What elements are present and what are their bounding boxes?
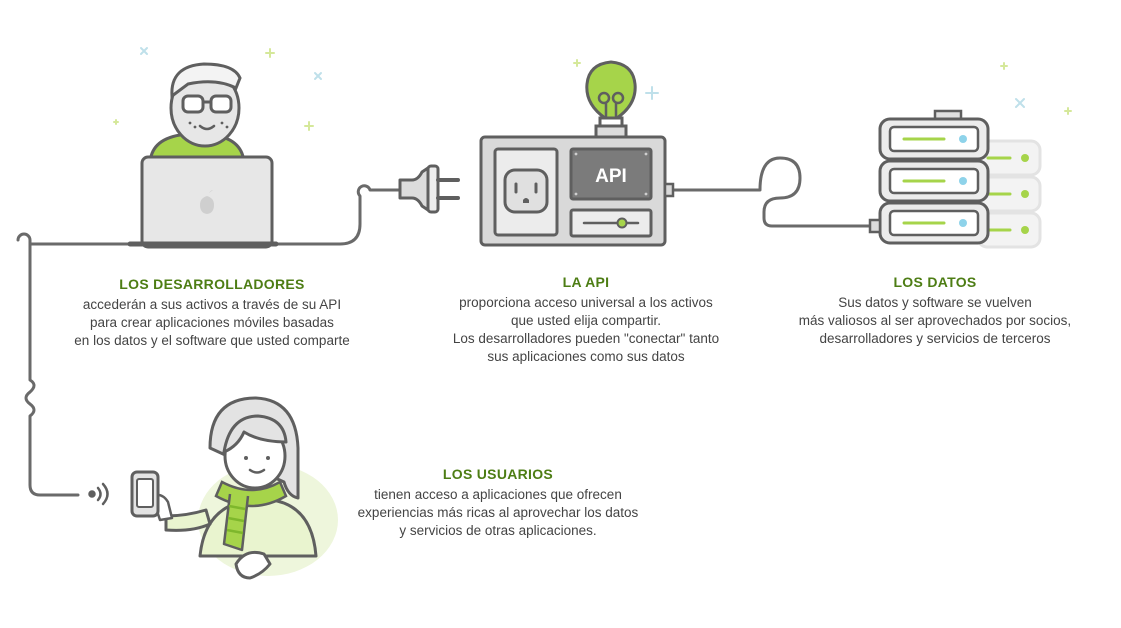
data-heading: LOS DATOS: [893, 274, 977, 290]
api-text-line: Los desarrolladores pueden "conectar" ta…: [452, 331, 720, 346]
users-text-line: experiencias más ricas al aprovechar los…: [357, 505, 639, 520]
data-text-line: desarrolladores y servicios de terceros: [819, 331, 1051, 346]
developers-text-line: en los datos y el software que usted com…: [74, 333, 350, 348]
outlet-icon: [503, 168, 549, 214]
developer-icon: [148, 62, 246, 167]
laptop-icon: [127, 155, 279, 249]
users-text-line: tienen acceso a aplicaciones que ofrecen: [374, 487, 622, 502]
user-with-phone-icon: [150, 396, 338, 580]
api-section: LA API proporciona acceso universal a lo…: [406, 274, 766, 366]
phone-icon: [130, 470, 160, 518]
api-heading: LA API: [562, 274, 610, 290]
api-text-line: sus aplicaciones como sus datos: [487, 349, 685, 364]
server-stack-icon: [868, 109, 1042, 249]
signal-icon: [88, 482, 109, 506]
data-text-line: más valiosos al ser aprovechados por soc…: [798, 313, 1072, 328]
api-box-icon: API: [479, 135, 675, 247]
plug-icon: [398, 164, 460, 214]
developers-text-line: accederán a sus activos a través de su A…: [82, 297, 342, 312]
developers-section: LOS DESARROLLADORES accederán a sus acti…: [32, 276, 392, 350]
api-text-line: que usted elija compartir.: [510, 313, 662, 328]
developers-heading: LOS DESARROLLADORES: [119, 276, 305, 292]
users-heading: LOS USUARIOS: [442, 466, 554, 482]
users-text-line: y servicios de otras aplicaciones.: [399, 523, 597, 538]
data-section: LOS DATOS Sus datos y software se vuelve…: [755, 274, 1115, 348]
api-label: API: [595, 166, 627, 187]
data-text-line: Sus datos y software se vuelven: [838, 295, 1032, 310]
developers-text-line: para crear aplicaciones móviles basadas: [90, 315, 334, 330]
sparkle-icons: [140, 47, 1025, 108]
users-section: LOS USUARIOS tienen acceso a aplicacione…: [318, 466, 678, 540]
lightbulb-icon: [585, 60, 637, 139]
api-text-line: proporciona acceso universal a los activ…: [459, 295, 713, 310]
